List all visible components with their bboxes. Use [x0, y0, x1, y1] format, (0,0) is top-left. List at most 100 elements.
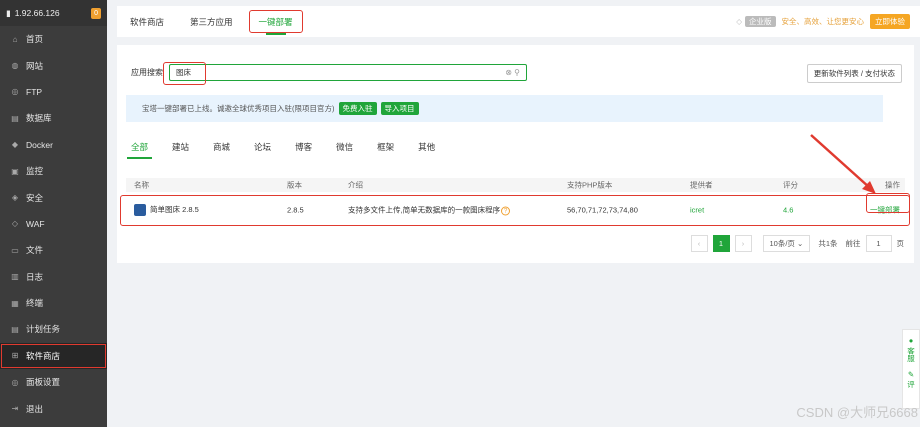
search-input[interactable]: 图床 ⊗ ⚲ — [163, 62, 527, 85]
sidebar-item[interactable]: ▤ 数据库 — [0, 105, 107, 131]
col-desc: 介绍 — [348, 180, 363, 190]
highlight-box — [163, 62, 206, 85]
pro-badge: 企业版 — [745, 16, 776, 27]
promo-bar: ◇ 企业版 安全、高效、让您更安心 立即体验 — [736, 14, 910, 29]
search-row: 应用搜索 图床 ⊗ ⚲ — [131, 62, 527, 85]
sidebar-item[interactable]: ◎ FTP — [0, 79, 107, 105]
free-join-button[interactable]: 免费入驻 — [338, 102, 377, 115]
prev-page-button[interactable]: ‹ — [690, 235, 708, 252]
feedback-label: 评 — [907, 380, 915, 389]
col-version: 版本 — [287, 180, 302, 190]
sidebar-item-label: 数据库 — [26, 113, 52, 124]
sidebar-item-icon: ▣ — [11, 166, 19, 176]
sidebar-item-label: 日志 — [26, 271, 44, 282]
sidebar-item-icon: ◎ — [11, 87, 19, 97]
sidebar-item-icon: ▦ — [11, 298, 19, 308]
sidebar-item-label: 安全 — [26, 192, 44, 203]
import-project-button[interactable]: 导入项目 — [380, 102, 419, 115]
sidebar-item[interactable]: ◆ Docker — [0, 132, 107, 158]
category-tab[interactable]: 建站 — [172, 141, 189, 153]
tab-label: 软件商店 — [130, 16, 165, 27]
sidebar-item[interactable]: ◎ 面板设置 — [0, 369, 107, 395]
goto-label: 前往 — [845, 239, 861, 248]
highlight-box — [248, 10, 303, 33]
version-cell: 2.8.5 — [287, 205, 304, 215]
sidebar-item[interactable]: ▭ 文件 — [0, 237, 107, 263]
clear-icon[interactable]: ⊗ — [505, 68, 512, 77]
sidebar-item-icon: ▤ — [11, 324, 19, 334]
category-tab[interactable]: 商城 — [213, 141, 230, 153]
sidebar-item[interactable]: ▥ 日志 — [0, 264, 107, 290]
next-page-button[interactable]: › — [734, 235, 752, 252]
col-op: 操作 — [885, 180, 900, 190]
category-tab[interactable]: 博客 — [295, 141, 312, 153]
sidebar-item-label: FTP — [26, 86, 43, 97]
category-tabs: 全部 建站 商城 论坛 博客 微信 框架 其他 — [126, 141, 459, 159]
desc-cell: 支持多文件上传,简单无数据库的一款图床程序? — [348, 205, 511, 216]
tab-label: 第三方应用 — [190, 16, 233, 27]
tab-underline — [265, 33, 286, 35]
category-tab[interactable]: 微信 — [336, 141, 353, 153]
search-icon[interactable]: ⚲ — [514, 68, 520, 77]
help-icon[interactable]: ? — [501, 206, 511, 216]
watermark: CSDN @大师兄6668 — [796, 405, 918, 420]
update-list-button[interactable]: 更新软件列表 / 支付状态 — [806, 64, 902, 83]
sidebar-item[interactable]: ◍ 网站 — [0, 52, 107, 78]
server-ip: 1.92.66.126 — [14, 8, 60, 18]
sidebar-item-icon: ◎ — [11, 377, 19, 387]
col-provider: 提供者 — [690, 180, 713, 190]
sidebar-item-icon: ⇥ — [11, 404, 19, 414]
sidebar-item-icon: ◆ — [11, 140, 19, 150]
server-header: ▮ 1.92.66.126 0 — [0, 0, 107, 26]
sidebar-item-icon: ▥ — [11, 272, 19, 282]
promo-text: 安全、高效、让您更安心 — [781, 17, 865, 26]
col-php: 支持PHP版本 — [567, 180, 613, 190]
sidebar: ▮ 1.92.66.126 0 ⌂ 首页 ◍ 网站 ◎ FTP ▤ 数据库 ◆ Docker ▣ 监控… — [0, 0, 107, 427]
tab-third-party[interactable]: 第三方应用 — [177, 6, 246, 37]
sidebar-item-label: 终端 — [26, 298, 44, 309]
sidebar-item-label: WAF — [26, 218, 45, 229]
sidebar-item[interactable]: ▣ 监控 — [0, 158, 107, 184]
app-name: 简单图床 2.8.5 — [150, 204, 199, 214]
sidebar-item[interactable]: ⇥ 退出 — [0, 395, 107, 421]
table-header: 名称 版本 介绍 支持PHP版本 提供者 评分 操作 — [126, 178, 905, 192]
notification-badge[interactable]: 0 — [91, 7, 101, 19]
sidebar-item[interactable]: ⌂ 首页 — [0, 26, 107, 52]
app-name-cell: 简单图床 2.8.5 — [134, 204, 199, 217]
sidebar-item[interactable]: ◈ 安全 — [0, 184, 107, 210]
desc-text: 支持多文件上传,简单无数据库的一款图床程序 — [348, 205, 501, 215]
notice-text: 宝塔一键部署已上线。诚邀全球优秀项目入驻(限项目官方) — [142, 104, 335, 113]
sidebar-item-label: 面板设置 — [26, 377, 61, 388]
floating-service-panel[interactable]: ● 客服 ✎ 评 — [902, 329, 920, 409]
customer-service-label: 客服 — [906, 347, 916, 362]
tab-software-store[interactable]: 软件商店 — [117, 6, 177, 37]
col-name: 名称 — [134, 180, 149, 190]
goto-page-input[interactable]: 1 — [865, 235, 892, 252]
page-size-select[interactable]: 10条/页 ⌄ — [762, 235, 811, 252]
page-button[interactable]: 1 — [712, 235, 730, 252]
content-panel: 应用搜索 图床 ⊗ ⚲ 更新软件列表 / 支付状态 宝塔一键部署已上线。诚邀全球… — [117, 45, 914, 263]
sidebar-item-label: 网站 — [26, 60, 44, 71]
sidebar-item[interactable]: ⊞ 软件商店 — [0, 342, 107, 370]
page-size-value: 10条/页 — [769, 239, 795, 248]
sidebar-item-label: 监控 — [26, 166, 44, 177]
sidebar-item-label: 首页 — [26, 34, 44, 45]
category-tab[interactable]: 其他 — [418, 141, 435, 153]
category-tab[interactable]: 全部 — [126, 141, 153, 159]
sidebar-item-icon: ⊞ — [11, 351, 19, 361]
sidebar-item-icon: ▤ — [11, 113, 19, 123]
tab-one-click-deploy[interactable]: 一键部署 — [246, 6, 306, 37]
top-tab-bar: 软件商店 第三方应用 一键部署 ◇ 企业版 安全、高效、让您更安心 立即体验 — [117, 6, 920, 37]
category-tab[interactable]: 论坛 — [254, 141, 271, 153]
sidebar-item[interactable]: ◇ WAF — [0, 211, 107, 237]
sidebar-item-label: 计划任务 — [26, 324, 61, 335]
pagination: ‹ 1 › 10条/页 ⌄ 共1条 前往 1 页 — [690, 235, 904, 252]
sidebar-item-icon: ◇ — [11, 219, 19, 229]
sidebar-item[interactable]: ▤ 计划任务 — [0, 316, 107, 342]
sidebar-item[interactable]: ▦ 终端 — [0, 290, 107, 316]
highlight-box — [866, 193, 910, 213]
provider-link[interactable]: icret — [690, 206, 704, 215]
category-tab[interactable]: 框架 — [377, 141, 394, 153]
try-now-button[interactable]: 立即体验 — [870, 14, 910, 29]
sidebar-item-icon: ◍ — [11, 61, 19, 71]
